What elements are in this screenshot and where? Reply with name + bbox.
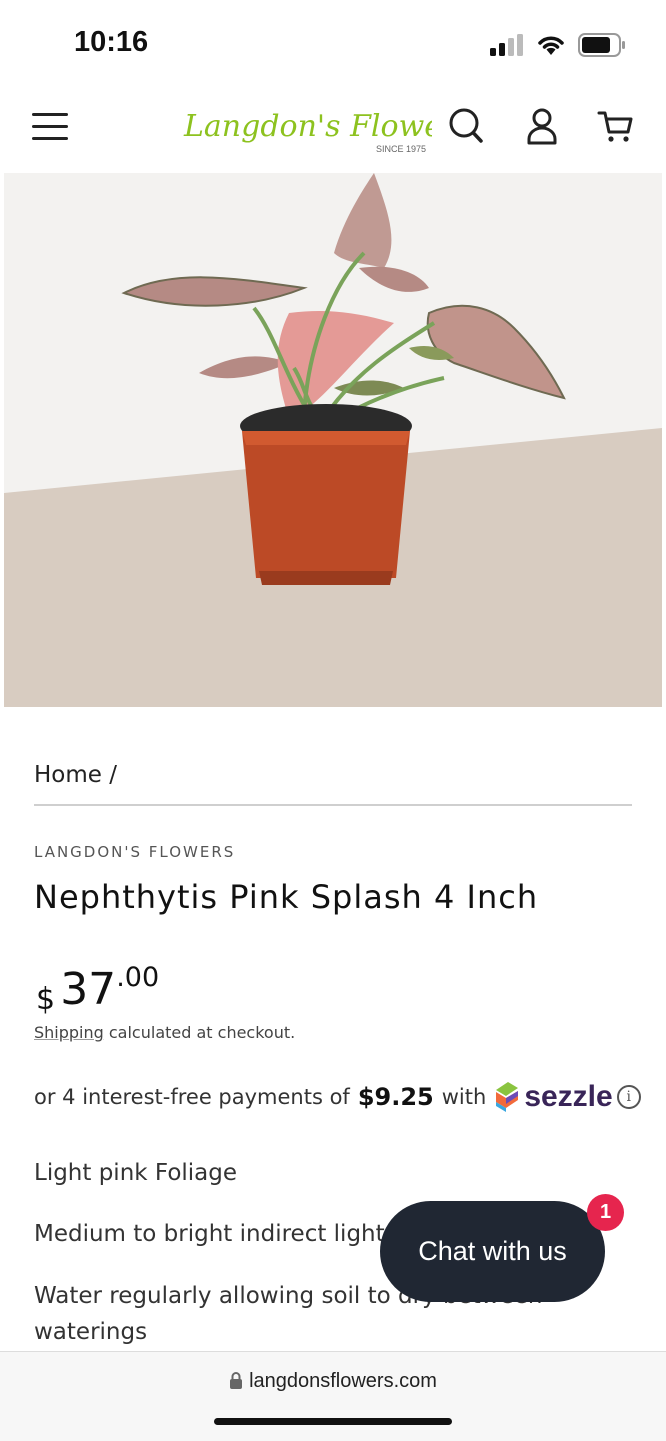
- account-icon[interactable]: [522, 106, 562, 146]
- breadcrumb[interactable]: Home /: [34, 762, 117, 788]
- price-whole: 37: [60, 964, 117, 1015]
- price-currency: $: [36, 982, 56, 1017]
- cart-icon[interactable]: [596, 106, 636, 146]
- svg-text:Langdon's Flowers: Langdon's Flowers: [183, 109, 432, 144]
- site-logo[interactable]: Langdon's Flowers SINCE 1975: [182, 100, 432, 160]
- feature-item: waterings: [34, 1319, 148, 1345]
- wifi-icon: [538, 36, 564, 55]
- feature-item: Medium to bright indirect light: [34, 1221, 385, 1247]
- menu-icon[interactable]: [32, 110, 70, 144]
- breadcrumb-home[interactable]: Home /: [34, 762, 117, 788]
- chat-notification-badge: 1: [587, 1194, 624, 1231]
- sezzle-installments: or 4 interest-free payments of $9.25 wit…: [34, 1080, 641, 1114]
- sezzle-logo[interactable]: sezzle: [494, 1080, 613, 1114]
- chat-label: Chat with us: [418, 1236, 567, 1266]
- sezzle-prefix: or 4 interest-free payments of: [34, 1085, 350, 1109]
- status-bar: 10:16: [0, 0, 666, 88]
- info-icon[interactable]: i: [616, 1085, 641, 1109]
- shipping-text: calculated at checkout.: [103, 1023, 296, 1042]
- product-title: Nephthytis Pink Splash 4 Inch: [34, 878, 539, 916]
- product-image: [4, 173, 662, 707]
- home-indicator[interactable]: [214, 1418, 452, 1425]
- product-vendor: LANGDON'S FLOWERS: [34, 843, 236, 861]
- url-display[interactable]: langdonsflowers.com: [0, 1370, 666, 1393]
- product-price: $ 37.00: [36, 962, 159, 1017]
- site-header: Langdon's Flowers SINCE 1975: [0, 88, 666, 172]
- divider: [34, 804, 632, 806]
- sezzle-wordmark: sezzle: [524, 1080, 613, 1113]
- feature-item: Light pink Foliage: [34, 1160, 238, 1186]
- sezzle-mark-icon: [496, 1082, 519, 1112]
- browser-address-bar[interactable]: langdonsflowers.com: [0, 1351, 666, 1441]
- shipping-note: Shipping calculated at checkout.: [34, 1023, 295, 1042]
- battery-icon: [578, 33, 625, 57]
- status-time: 10:16: [74, 26, 149, 58]
- lock-icon: [230, 1372, 243, 1389]
- search-icon[interactable]: [446, 106, 486, 146]
- status-icons: [490, 30, 626, 60]
- sezzle-amount: $9.25: [357, 1083, 434, 1111]
- price-cents: .00: [116, 962, 160, 993]
- chat-with-us-button[interactable]: Chat with us: [380, 1201, 605, 1302]
- url-text: langdonsflowers.com: [249, 1370, 437, 1392]
- shipping-link[interactable]: Shipping: [34, 1023, 104, 1042]
- sezzle-with: with: [441, 1085, 487, 1109]
- svg-text:SINCE 1975: SINCE 1975: [376, 144, 426, 154]
- cellular-signal-icon: [490, 34, 523, 56]
